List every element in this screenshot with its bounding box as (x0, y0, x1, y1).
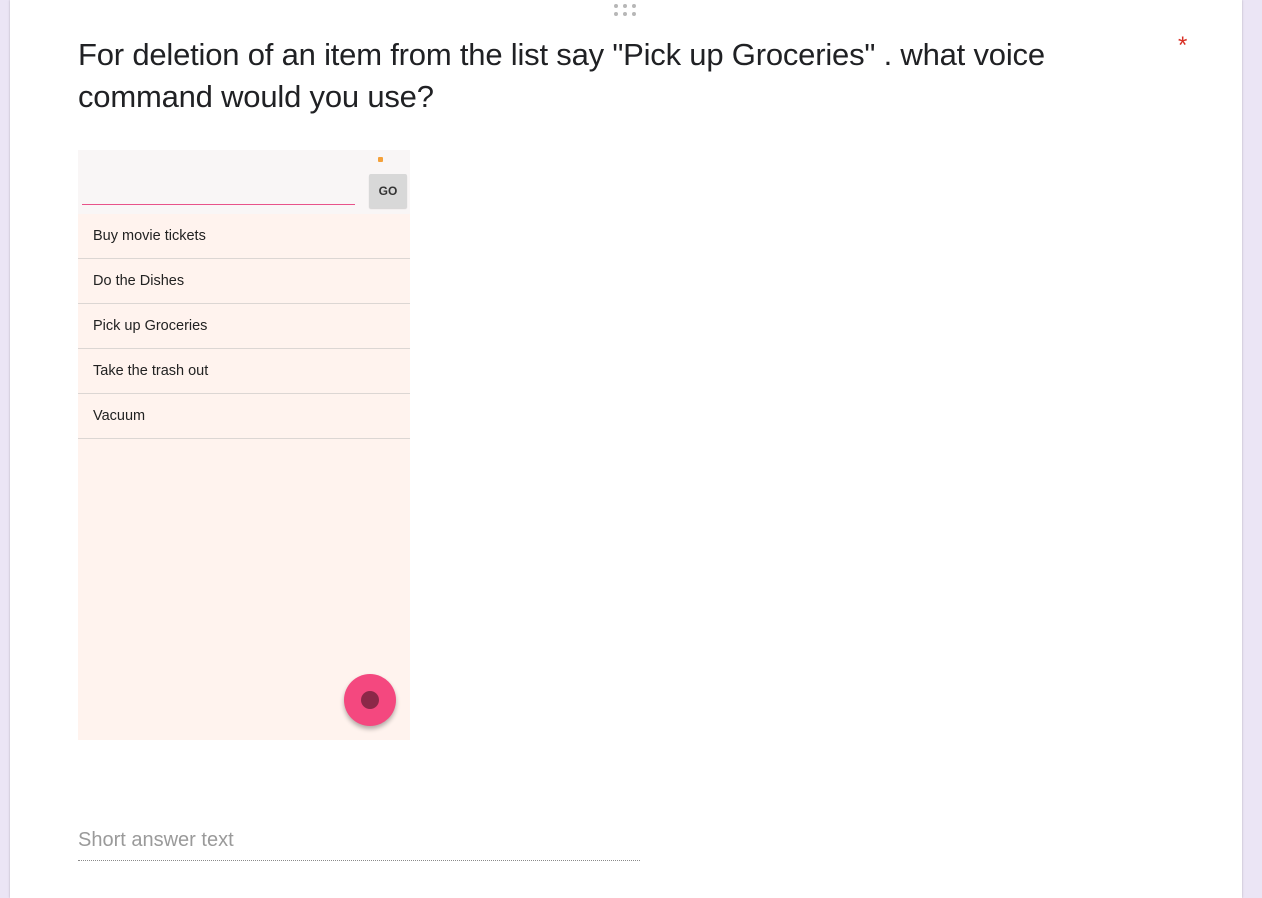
drag-dot (614, 12, 618, 16)
drag-dot (632, 12, 636, 16)
drag-dot (614, 4, 618, 8)
go-button[interactable]: GO (369, 174, 407, 208)
short-answer-field[interactable]: Short answer text (78, 826, 640, 861)
question-image: GO Buy movie tickets Do the Dishes Pick … (78, 150, 410, 740)
drag-dot (632, 4, 636, 8)
app-top-bar: GO (78, 150, 410, 214)
list-item[interactable]: Buy movie tickets (78, 214, 410, 259)
question-card: For deletion of an item from the list sa… (10, 0, 1242, 898)
new-item-input[interactable] (82, 176, 355, 205)
todo-list: Buy movie tickets Do the Dishes Pick up … (78, 214, 410, 439)
list-item[interactable]: Take the trash out (78, 349, 410, 394)
record-icon (361, 691, 379, 709)
question-title: For deletion of an item from the list sa… (78, 37, 1045, 114)
drag-dot (623, 12, 627, 16)
list-item[interactable]: Vacuum (78, 394, 410, 439)
drag-handle-icon[interactable] (614, 4, 640, 18)
list-item[interactable]: Pick up Groceries (78, 304, 410, 349)
required-asterisk: * (1178, 32, 1188, 59)
voice-record-button[interactable] (344, 674, 396, 726)
drag-dot (623, 4, 627, 8)
status-indicator-icon (378, 157, 383, 162)
short-answer-placeholder: Short answer text (78, 829, 234, 851)
list-item[interactable]: Do the Dishes (78, 259, 410, 304)
